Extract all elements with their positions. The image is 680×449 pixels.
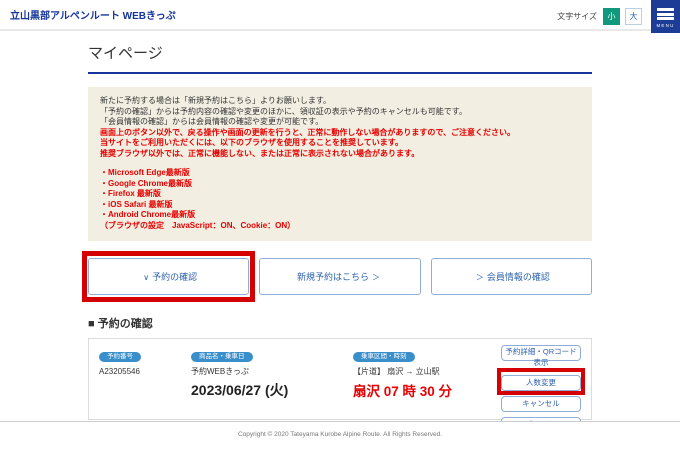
member-info-button[interactable]: ＞会員情報の確認 <box>431 258 592 295</box>
reservation-confirm-button[interactable]: ∨予約の確認 <box>88 258 249 295</box>
cancel-button[interactable]: キャンセル <box>501 396 581 412</box>
reservation-number: A23205546 <box>99 367 191 376</box>
site-header: 立山黒部アルペンルート WEBきっぷ 文字サイズ 小 大 MENU <box>0 0 680 31</box>
new-reservation-button[interactable]: 新規予約はこちら＞ <box>259 258 420 295</box>
new-reservation-action: 新規予約はこちら＞ <box>259 258 420 295</box>
product-badge: 商品名・乗車日 <box>191 352 253 363</box>
notice-line: 新たに予約する場合は「新規予約はこちら」よりお願いします。 <box>100 96 580 107</box>
reservation-actions-column: 予約詳細・QRコード表示 人数変更 キャンセル 購入明細 <box>501 345 581 411</box>
change-party-wrap: 人数変更 <box>501 372 581 391</box>
browser-list-item: ・Firefox 最新版 <box>100 189 580 200</box>
departure-time: 扇沢 07 時 30 分 <box>353 380 501 400</box>
main-content: マイページ 新たに予約する場合は「新規予約はこちら」よりお願いします。 「予約の… <box>88 42 592 420</box>
reservation-card: 予約番号 A23205546 商品名・乗車日 予約WEBきっぷ 2023/06/… <box>88 338 592 420</box>
cancel-wrap: キャンセル <box>501 393 581 412</box>
product-column: 商品名・乗車日 予約WEBきっぷ 2023/06/27 (火) <box>191 345 353 411</box>
menu-label: MENU <box>656 23 674 28</box>
reservation-number-badge: 予約番号 <box>99 352 141 363</box>
change-party-button[interactable]: 人数変更 <box>501 375 581 391</box>
action-buttons-row: ∨予約の確認 新規予約はこちら＞ ＞会員情報の確認 <box>88 258 592 295</box>
member-info-action: ＞会員情報の確認 <box>431 258 592 295</box>
browser-list-item: ・Google Chrome最新版 <box>100 179 580 190</box>
site-title-link[interactable]: 立山黒部アルペンルート WEBきっぷ <box>0 7 176 22</box>
reservation-confirm-action: ∨予約の確認 <box>88 258 249 295</box>
chevron-down-icon: ∨ <box>143 273 149 282</box>
detail-qr-wrap: 予約詳細・QRコード表示 <box>501 345 581 370</box>
chevron-right-icon: ＞ <box>476 272 484 283</box>
boarding-date: 2023/06/27 (火) <box>191 380 353 400</box>
font-size-large-button[interactable]: 大 <box>625 8 642 25</box>
hamburger-icon <box>657 6 674 21</box>
chevron-right-icon: ＞ <box>372 272 380 283</box>
notice-warning-line: 当サイトをご利用いただくには、以下のブラウザを使用することを推奨しています。 <box>100 138 580 149</box>
browser-list-item: ・Microsoft Edge最新版 <box>100 168 580 179</box>
notice-box: 新たに予約する場合は「新規予約はこちら」よりお願いします。 「予約の確認」からは… <box>88 87 592 241</box>
header-controls: 文字サイズ 小 大 MENU <box>557 0 680 33</box>
detail-qr-button[interactable]: 予約詳細・QRコード表示 <box>501 345 581 361</box>
notice-warning-line: 推奨ブラウザ以外では、正常に機能しない、または正常に表示されない場合があります。 <box>100 149 580 160</box>
route-text: 【片道】 扇沢 → 立山駅 <box>353 366 501 377</box>
route-column: 乗車区間・時刻 【片道】 扇沢 → 立山駅 扇沢 07 時 30 分 <box>353 345 501 411</box>
browser-list-item: ・iOS Safari 最新版 <box>100 200 580 211</box>
font-size-small-button[interactable]: 小 <box>603 8 620 25</box>
member-info-label: 会員情報の確認 <box>487 272 550 282</box>
font-size-label: 文字サイズ <box>557 11 597 22</box>
browser-settings-note: （ブラウザの設定 JavaScript：ON、Cookie：ON） <box>100 221 580 232</box>
product-name: 予約WEBきっぷ <box>191 366 353 377</box>
browser-list-item: ・Android Chrome最新版 <box>100 210 580 221</box>
reservation-number-column: 予約番号 A23205546 <box>99 345 191 411</box>
new-reservation-label: 新規予約はこちら <box>297 272 369 282</box>
copyright: Copyright © 2020 Tateyama Kurobe Alpine … <box>0 431 680 438</box>
footer: Copyright © 2020 Tateyama Kurobe Alpine … <box>0 421 680 449</box>
browser-list: ・Microsoft Edge最新版 ・Google Chrome最新版 ・Fi… <box>100 168 580 231</box>
notice-line: 「予約の確認」からは予約内容の確認や変更のほかに、領収証の表示や予約のキャンセル… <box>100 107 580 118</box>
page-title: マイページ <box>88 42 592 74</box>
menu-button[interactable]: MENU <box>651 0 680 33</box>
notice-warning-line: 画面上のボタン以外で、戻る操作や画面の更新を行うと、正常に動作しない場合がありま… <box>100 128 580 139</box>
notice-line: 「会員情報の確認」からは会員情報の確認や変更が可能です。 <box>100 117 580 128</box>
section-title: ■ 予約の確認 <box>88 315 592 331</box>
reservation-confirm-label: 予約の確認 <box>152 272 197 282</box>
route-badge: 乗車区間・時刻 <box>353 352 415 363</box>
